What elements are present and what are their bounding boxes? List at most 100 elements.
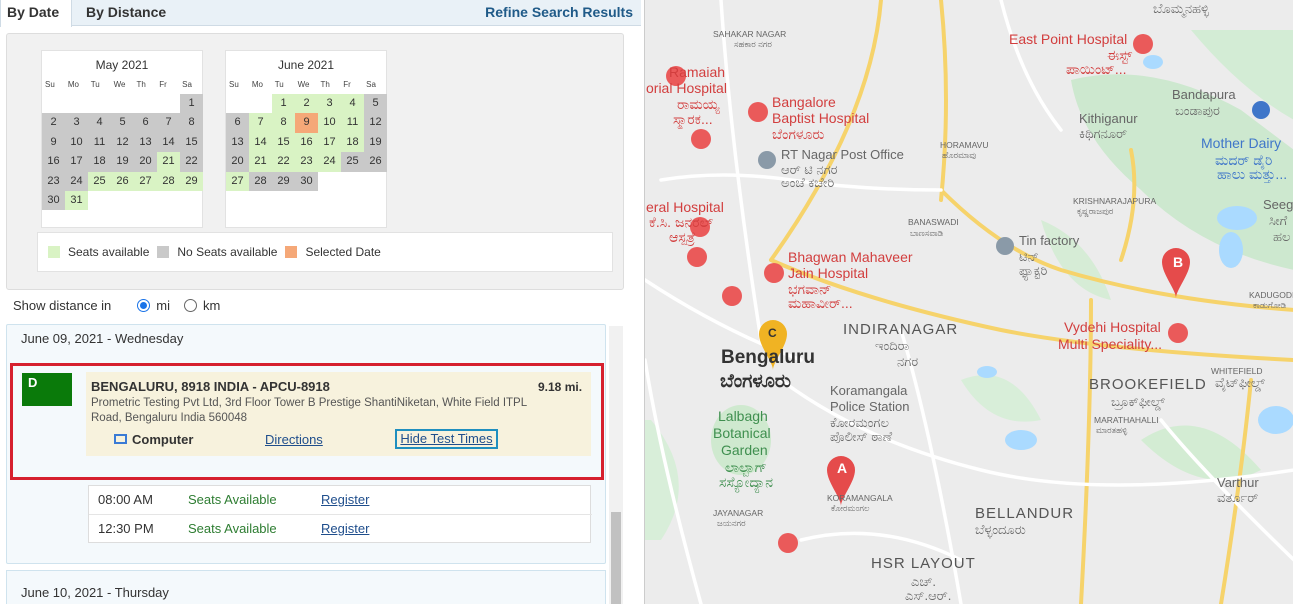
map-place-label: ಕೆ.ಸಿ. ಜನರಲ್	[649, 214, 714, 230]
calendar-legend: Seats available No Seats available Selec…	[37, 232, 613, 272]
map-place-label: Jain Hospital	[788, 265, 869, 281]
calendar-day: 19	[111, 152, 134, 172]
km-label: km	[203, 298, 221, 313]
legend-swatch-available	[48, 246, 60, 258]
register-link[interactable]: Register	[321, 521, 369, 536]
refine-search-link[interactable]: Refine Search Results	[485, 4, 633, 20]
time-row: 08:00 AM Seats Available Register	[89, 486, 592, 515]
calendar-day[interactable]: 1	[272, 94, 295, 114]
map-place-label: RT Nagar Post Office	[781, 147, 904, 162]
calendar-day[interactable]: 14	[249, 132, 272, 153]
map-place-label: ಕಿಥಿಗನೂರ್	[1079, 126, 1128, 141]
calendar-day[interactable]: 3	[318, 94, 341, 114]
calendar-day[interactable]: 2	[295, 94, 318, 114]
weekday-label: Mo	[67, 80, 79, 89]
map-place-label: orial Hospital	[646, 80, 727, 96]
calendar-day: 12	[364, 113, 387, 133]
weekday-label: Sa	[182, 80, 192, 89]
day-heading: June 09, 2021 - Wednesday	[21, 331, 184, 346]
scrollbar-thumb[interactable]	[611, 512, 621, 604]
month-title: June 2021	[277, 58, 335, 72]
hide-test-times-button[interactable]: Hide Test Times	[395, 429, 498, 449]
calendar-day: 12	[111, 132, 134, 153]
legend-none: No Seats available	[177, 245, 278, 259]
directions-link[interactable]: Directions	[265, 432, 323, 447]
map-place-label: ಸೀಗೆ	[1269, 213, 1288, 228]
calendar-day[interactable]: 25	[88, 171, 111, 191]
map-place-label: ಬೆಳ್ಳಂದೂರು	[975, 522, 1026, 537]
map-place-label: ಬೊಮ್ಮನಹಳ್ಳಿ	[1153, 1, 1209, 16]
results-scrollbar[interactable]	[609, 326, 623, 604]
calendar-day[interactable]: 4	[341, 94, 364, 114]
calendar-day: 6	[134, 113, 157, 133]
calendar-day[interactable]: 23	[295, 152, 318, 172]
calendar-day: 2	[42, 113, 65, 133]
calendar-day[interactable]: 21	[249, 152, 272, 172]
map-place-label: ಕೋರಮಂಗಲ	[830, 415, 889, 430]
calendar-day[interactable]: 16	[295, 132, 318, 153]
calendar-day[interactable]: 15	[272, 132, 295, 153]
map-place-label: ಮಹಾವೀರ್...	[788, 295, 853, 311]
calendar-day[interactable]: 22	[272, 152, 295, 172]
map-place-label: MARATHAHALLI	[1094, 415, 1159, 425]
km-radio[interactable]	[184, 299, 197, 312]
calendar-day[interactable]: 9	[295, 113, 318, 133]
map-place-label: eral Hospital	[646, 199, 724, 215]
calendar-day[interactable]: 10	[318, 113, 341, 133]
calendar-day[interactable]: 18	[341, 132, 364, 153]
calendar-day[interactable]: 17	[318, 132, 341, 153]
calendar-day: 3	[65, 113, 88, 133]
calendar-empty-cell	[88, 191, 111, 210]
calendar-day[interactable]: 28	[157, 171, 180, 191]
time-slot: 12:30 PM	[98, 521, 154, 536]
map-place-label: ಮಾರತಹಳ್ಳಿ	[1096, 425, 1128, 435]
calendar-day[interactable]: 7	[249, 113, 272, 133]
map-place-label: ಕಾಡುಗೋಡಿ	[1253, 300, 1287, 310]
calendar-day[interactable]: 27	[134, 171, 157, 191]
map-place-label: ಕೃಷ್ಣರಾಜಪುರ	[1077, 206, 1114, 216]
day-heading: June 10, 2021 - Thursday	[21, 585, 169, 600]
calendar-day: 13	[226, 132, 249, 153]
calendar-day[interactable]: 11	[341, 113, 364, 133]
calendar-may: May 2021 Su Mo Tu We Th Fr Sa 1 2 3 4 5 6 7 8 9 10 11 12 1…	[41, 50, 203, 228]
mi-radio[interactable]	[137, 299, 151, 312]
calendar-day: 16	[42, 152, 65, 172]
site-distance: 9.18 mi.	[538, 380, 583, 394]
tab-bar: By Date By Distance Refine Search Result…	[0, 0, 641, 27]
day-group: June 10, 2021 - Thursday	[6, 570, 606, 604]
marker-b-icon[interactable]: B	[1173, 255, 1183, 270]
weekday-label: Su	[45, 80, 55, 89]
calendar-day[interactable]: 27	[226, 171, 249, 191]
tab-by-date[interactable]: By Date	[0, 0, 72, 27]
delivery-type: Computer	[114, 432, 193, 447]
map-place-label: ರಾಮಯ್ಯ	[677, 96, 720, 112]
calendar-day: 26	[364, 152, 387, 172]
calendar-day[interactable]: 26	[111, 171, 134, 191]
calendar-day: 29	[272, 171, 295, 191]
calendar-day: 15	[180, 132, 203, 153]
legend-swatch-none	[157, 246, 170, 258]
map-place-label: Tin factory	[1019, 233, 1080, 248]
search-results-panel: By Date By Distance Refine Search Result…	[0, 0, 641, 604]
calendar-day[interactable]: 24	[318, 152, 341, 172]
marker-c-icon[interactable]: C	[768, 327, 777, 340]
map-view[interactable]: B A C ಬೊಮ್ಮನಹಳ್ಳಿ SAHAKAR NAGAR ಸಹಕಾರ ನಗರ E…	[644, 0, 1293, 604]
calendar-day: 13	[134, 132, 157, 153]
tab-by-distance[interactable]: By Distance	[80, 0, 172, 27]
register-link[interactable]: Register	[321, 492, 369, 507]
weekday-label: Fr	[343, 80, 351, 89]
map-place-label: ಬೆಂಗಳೂರು	[772, 126, 825, 142]
map-place-label: Vydehi Hospital	[1064, 319, 1161, 335]
distance-label: Show distance in	[13, 298, 112, 313]
test-times-table: 08:00 AM Seats Available Register 12:30 …	[88, 485, 592, 543]
site-address: Prometric Testing Pvt Ltd, 3rd Floor Tow…	[91, 397, 527, 424]
calendar-day[interactable]: 8	[272, 113, 295, 133]
calendar-day[interactable]: 21	[157, 152, 180, 172]
weekday-header: Su Mo Tu We Th Fr Sa	[226, 80, 386, 94]
map-place-label: ಹಲ	[1273, 229, 1291, 244]
weekday-label: Sa	[366, 80, 376, 89]
marker-a-icon[interactable]: A	[837, 461, 847, 476]
calendar-day[interactable]: 31	[65, 190, 88, 211]
legend-swatch-selected	[285, 246, 298, 258]
calendar-day[interactable]: 29	[180, 171, 203, 191]
